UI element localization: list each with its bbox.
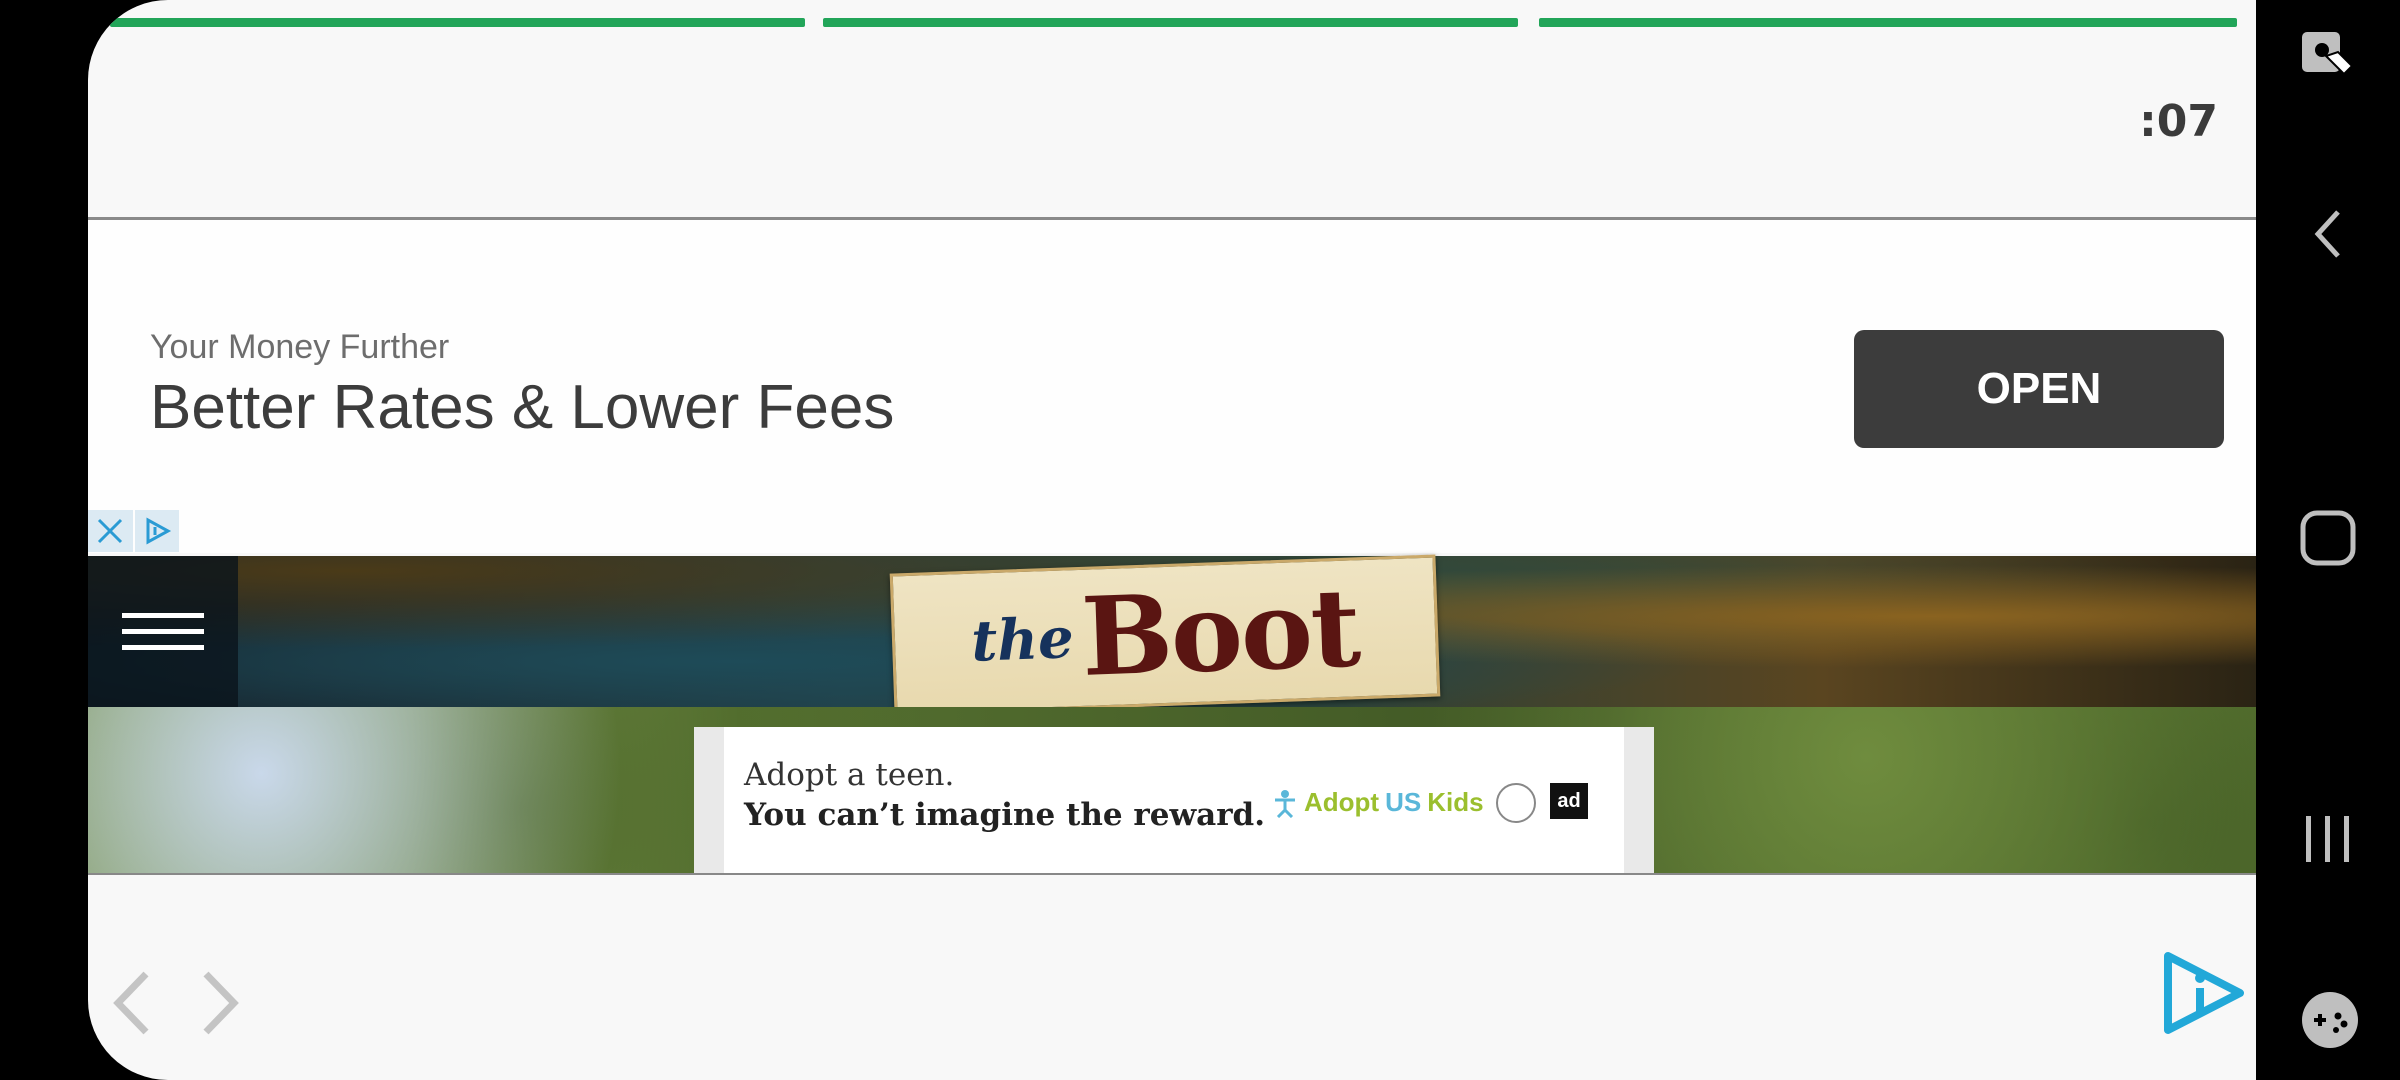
site-logo[interactable]: the Boot	[889, 554, 1441, 716]
logo-name: Boot	[1079, 565, 1361, 701]
home-icon[interactable]	[2300, 508, 2356, 573]
ad-council-badge: ad	[1550, 783, 1588, 819]
inner-ad-line-1: Adopt a teen.	[744, 757, 955, 793]
play-info-icon[interactable]	[2162, 950, 2246, 1041]
close-icon[interactable]	[88, 510, 133, 552]
open-button[interactable]: OPEN	[1854, 330, 2224, 448]
adchoices-icon[interactable]	[134, 510, 179, 552]
story-progress-segment-1	[110, 18, 805, 27]
hhs-seal-icon	[1496, 783, 1536, 823]
story-progress-segment-2	[823, 18, 1518, 27]
accessibility-touch-icon[interactable]	[2300, 28, 2356, 93]
ad-banner[interactable]: Your Money Further Better Rates & Lower …	[88, 220, 2256, 553]
story-progress-segment-3	[1539, 18, 2237, 27]
hamburger-icon[interactable]	[88, 556, 238, 707]
adopt-figure-icon	[1275, 789, 1295, 818]
recents-icon[interactable]	[2300, 810, 2356, 875]
logo-prefix: the	[970, 605, 1075, 675]
site-header: the Boot	[88, 554, 2256, 716]
hero-banner: Adopt a teen. You can’t imagine the rewa…	[88, 707, 2256, 873]
divider	[88, 873, 2256, 875]
back-icon[interactable]	[2300, 204, 2356, 269]
inner-ad-line-2: You can’t imagine the reward.	[744, 797, 1266, 833]
game-tools-icon[interactable]	[2300, 990, 2360, 1055]
adoptuskids-logo: Adopt US Kids	[1272, 787, 1484, 818]
ad-subtitle: Your Money Further	[150, 328, 450, 366]
adchoices	[88, 510, 181, 552]
system-navigation-bar	[2256, 0, 2400, 1080]
chevron-right-icon[interactable]	[198, 970, 242, 1041]
ad-title: Better Rates & Lower Fees	[150, 373, 895, 442]
inner-ad[interactable]: Adopt a teen. You can’t imagine the rewa…	[694, 727, 1654, 873]
chevron-left-icon[interactable]	[110, 970, 154, 1041]
app-screen: :07 Your Money Further Better Rates & Lo…	[88, 0, 2256, 1080]
countdown-timer: :07	[2139, 96, 2218, 147]
